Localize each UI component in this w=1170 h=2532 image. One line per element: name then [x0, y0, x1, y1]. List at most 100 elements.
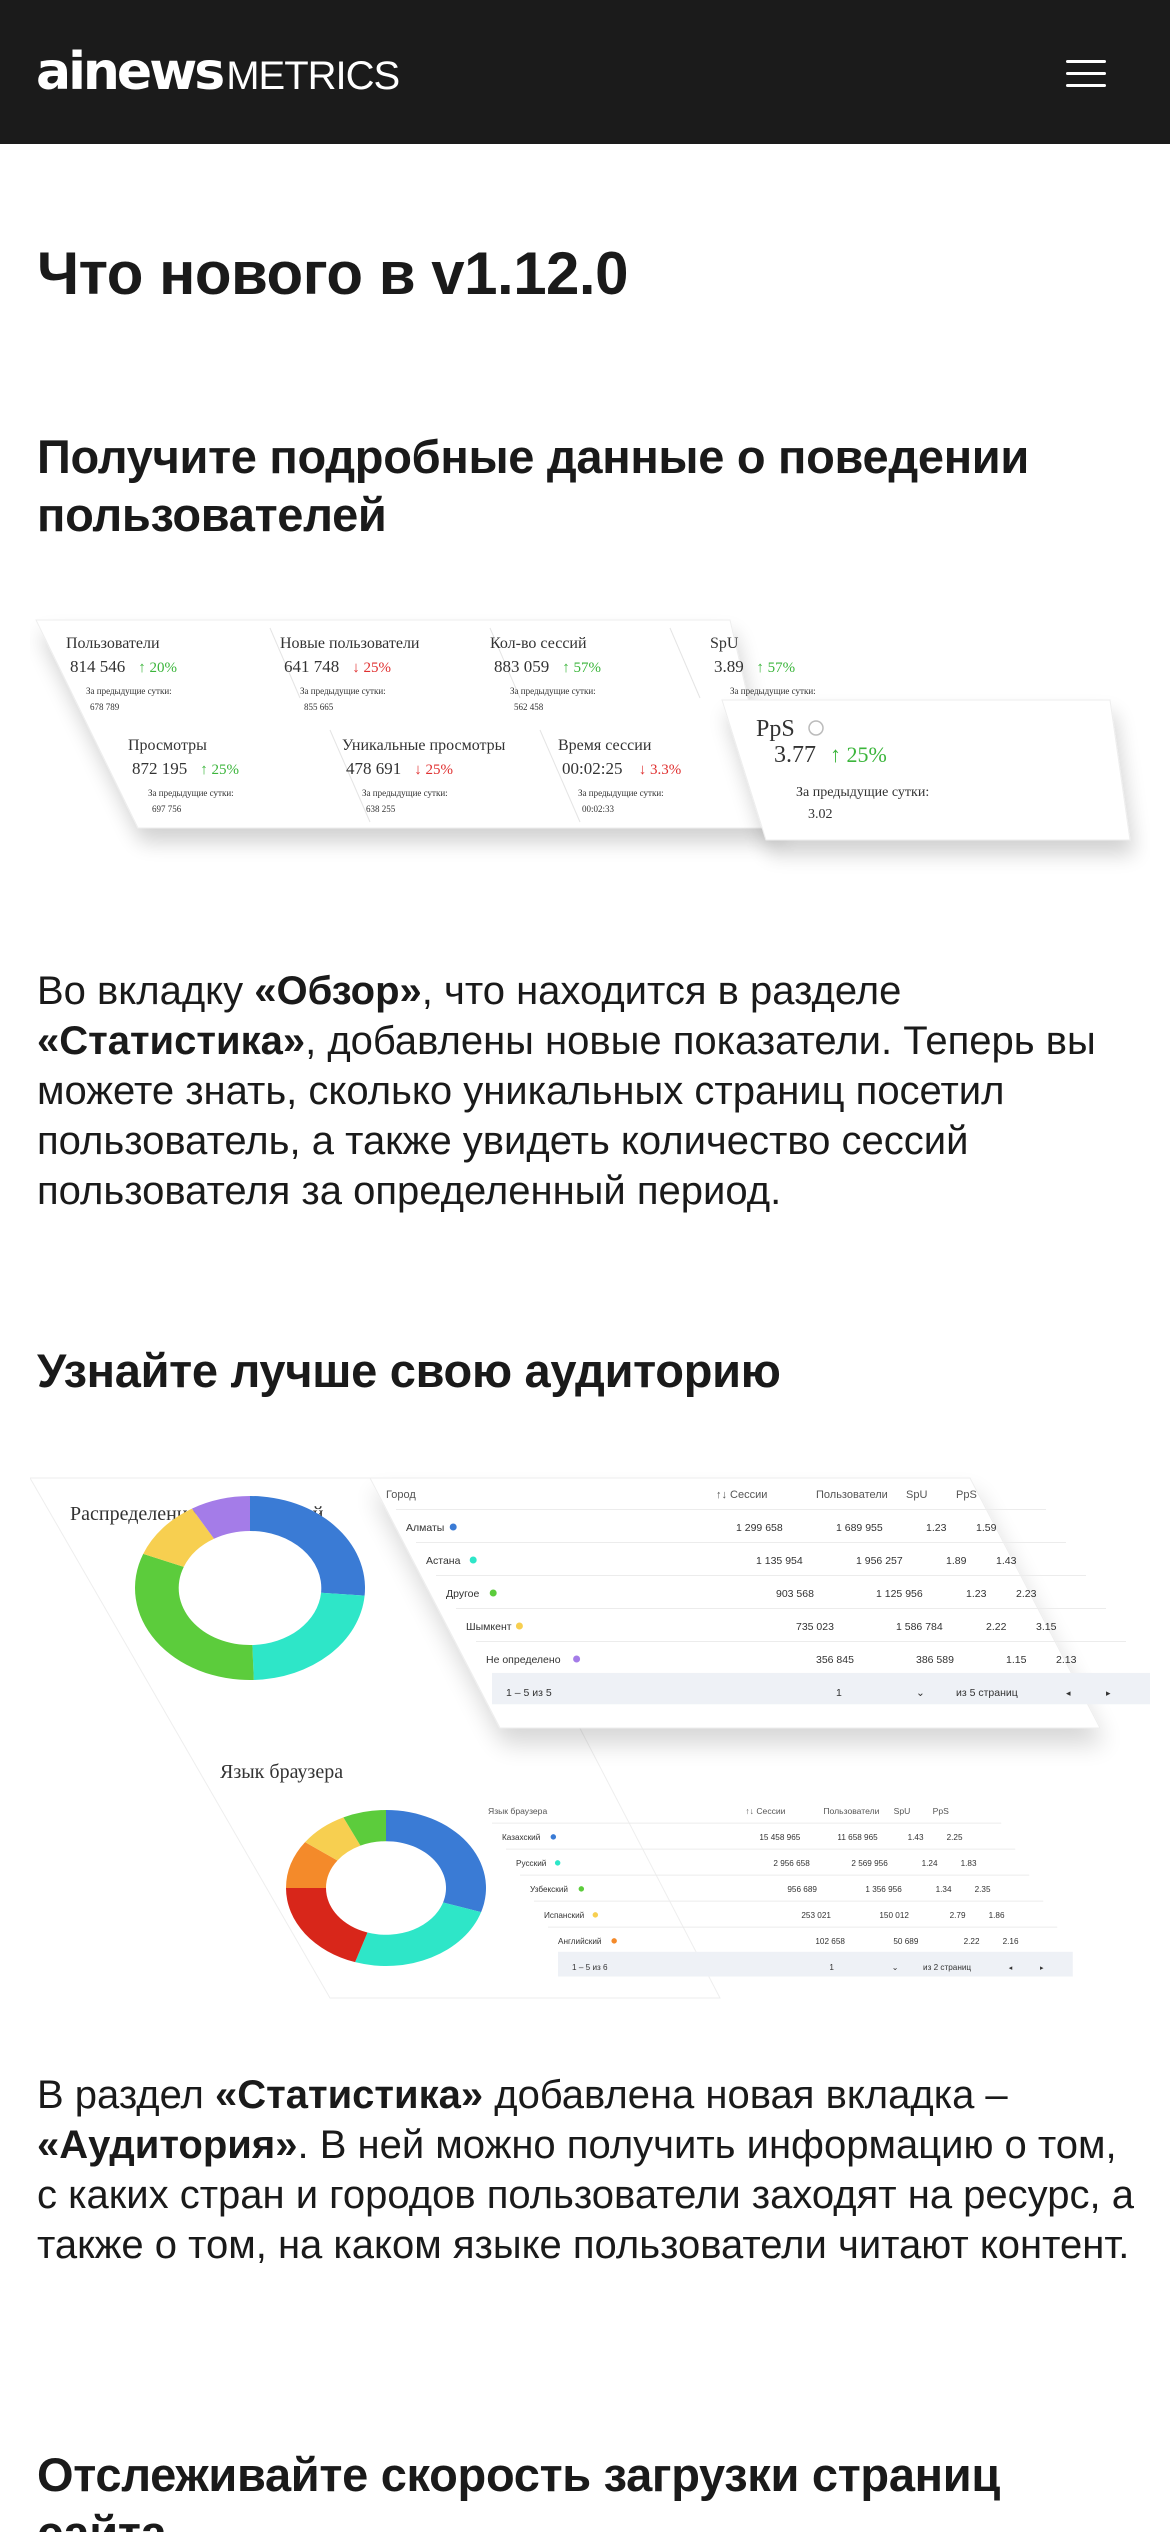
- prev-page-icon[interactable]: ◂: [1009, 1963, 1013, 1972]
- metric-label: Время сессии: [558, 737, 652, 754]
- para-bold-statistika: «Статистика»: [37, 1019, 306, 1063]
- table-cell: 1.43: [996, 1555, 1017, 1567]
- table-cell: Казахский: [502, 1833, 540, 1842]
- metric-prev-label: За предыдущие сутки:: [730, 686, 816, 696]
- hamburger-menu-icon[interactable]: [1066, 58, 1106, 88]
- metric-prev-label: За предыдущие сутки:: [578, 788, 664, 798]
- series-dot: [469, 1556, 477, 1564]
- series-dot: [573, 1655, 581, 1663]
- table-cell: 1.59: [976, 1522, 997, 1534]
- prev-page-icon[interactable]: ◂: [1066, 1689, 1071, 1699]
- pagination-page-select[interactable]: 1: [836, 1687, 842, 1699]
- table-cell: 356 845: [816, 1654, 854, 1666]
- metric-delta: ↑ 25%: [200, 762, 239, 778]
- logo-ainews-text: ainews: [36, 42, 225, 102]
- metric-label: Кол-во сессий: [490, 635, 587, 652]
- para-text: Во вкладку: [37, 969, 255, 1013]
- table-cell: Испанский: [544, 1911, 584, 1920]
- table-cell: 1 125 956: [876, 1588, 923, 1600]
- series-dot: [550, 1834, 557, 1840]
- table-pagination-bar: [492, 1672, 1150, 1705]
- top-navbar: ainews METRICS: [0, 0, 1170, 144]
- section-overview-paragraph: Во вкладку «Обзор», что находится в разд…: [37, 966, 1137, 1216]
- table-cell: 2.25: [947, 1833, 963, 1842]
- series-dot: [515, 1622, 523, 1630]
- table-header-cell: PpS: [933, 1806, 949, 1816]
- metric-prev-label: За предыдущие сутки:: [300, 686, 386, 696]
- table-cell: 2.23: [1016, 1588, 1037, 1600]
- metric-prev-value: 697 756: [152, 804, 182, 814]
- metric-delta: ↓ 25%: [352, 660, 391, 676]
- table-cell: 1.83: [961, 1859, 977, 1868]
- metric-prev-value: 678 789: [90, 702, 120, 712]
- table-cell: 956 689: [787, 1885, 817, 1894]
- table-cell: Другое: [446, 1588, 480, 1600]
- table-header-cell: ↑↓ Сессии: [716, 1489, 767, 1501]
- overview-metrics-illustration: Пользователи 814 546 ↑ 20% За предыдущие су…: [30, 600, 1150, 900]
- table-cell: Астана: [426, 1555, 461, 1567]
- metric-prev-label: За предыдущие сутки:: [86, 686, 172, 696]
- ainews-metrics-logo[interactable]: ainews METRICS: [36, 42, 400, 102]
- pagination-range: 1 – 5 из 5: [506, 1687, 552, 1699]
- table-cell: 3.15: [1036, 1621, 1057, 1633]
- metric-prev-value: 00:02:33: [582, 804, 615, 814]
- table-cell: 2.22: [964, 1937, 980, 1946]
- pagination-page-select[interactable]: 1: [829, 1963, 834, 1972]
- next-page-icon[interactable]: ▸: [1040, 1963, 1044, 1972]
- table-cell: 50 689: [893, 1937, 918, 1946]
- table-cell: 253 021: [801, 1911, 831, 1920]
- table-cell: Не определено: [486, 1654, 561, 1666]
- table-cell: 1 586 784: [896, 1621, 943, 1633]
- table-cell: 2 569 956: [851, 1859, 888, 1868]
- table-cell: Английский: [558, 1937, 601, 1946]
- series-dot: [578, 1886, 585, 1892]
- pps-prev-value: 3.02: [808, 807, 833, 822]
- table-cell: 1.23: [926, 1522, 947, 1534]
- section-audience-paragraph: В раздел «Статистика» добавлена новая вк…: [37, 2070, 1137, 2270]
- metric-prev-label: За предыдущие сутки:: [510, 686, 596, 696]
- metric-value: 872 195: [132, 759, 187, 778]
- menu-bar: [1066, 60, 1106, 63]
- metric-prev-value: 562 458: [514, 702, 544, 712]
- table-cell: 1 956 257: [856, 1555, 903, 1567]
- pps-prev-label: За предыдущие сутки:: [796, 785, 929, 800]
- table-cell: 1 299 658: [736, 1522, 783, 1534]
- table-cell: 15 458 965: [759, 1833, 800, 1842]
- table-cell: Русский: [516, 1859, 546, 1868]
- table-cell: Узбекский: [530, 1885, 568, 1894]
- chevron-down-icon[interactable]: ⌄: [892, 1963, 899, 1972]
- metric-label: Пользователи: [66, 635, 160, 652]
- section-heading-page-speed: Отслеживайте скорость загрузки страниц с…: [37, 2448, 1000, 2532]
- metric-value: 814 546: [70, 657, 125, 676]
- metric-value: 641 748: [284, 657, 339, 676]
- series-dot: [611, 1938, 617, 1944]
- metric-label: SpU: [710, 635, 739, 652]
- pps-delta: ↑ 25%: [830, 742, 887, 767]
- table-header-cell: ↑↓ Сессии: [745, 1806, 785, 1816]
- chevron-down-icon[interactable]: ⌄: [916, 1687, 925, 1699]
- series-dot: [554, 1860, 561, 1866]
- logo-metrics-text: METRICS: [226, 54, 400, 98]
- metric-delta: ↓ 25%: [414, 762, 453, 778]
- table-header-cell: Пользователи: [823, 1806, 879, 1816]
- pps-label: PpS: [756, 716, 795, 742]
- table-cell: 2.35: [975, 1885, 991, 1894]
- metric-value: 3.89: [714, 657, 744, 676]
- table-cell: 1.34: [936, 1885, 952, 1894]
- table-cell: 735 023: [796, 1621, 834, 1633]
- table-cell: 1 135 954: [756, 1555, 803, 1567]
- table-cell: 1.43: [908, 1833, 924, 1842]
- table-cell: 386 589: [916, 1654, 954, 1666]
- section-heading-behavior: Получите подробные данные о поведении по…: [37, 430, 1029, 541]
- metric-prev-value: 855 665: [304, 702, 334, 712]
- table-header-cell: PpS: [956, 1489, 977, 1501]
- table-cell: 2.13: [1056, 1654, 1077, 1666]
- metric-label: Просмотры: [128, 737, 207, 754]
- next-page-icon[interactable]: ▸: [1106, 1689, 1111, 1699]
- menu-bar: [1066, 84, 1106, 87]
- pagination-range: 1 – 5 из 6: [572, 1963, 608, 1972]
- table-cell: 150 012: [879, 1911, 909, 1920]
- table-cell: 1.15: [1006, 1654, 1027, 1666]
- metric-value: 00:02:25: [562, 759, 622, 778]
- series-dot: [449, 1523, 457, 1531]
